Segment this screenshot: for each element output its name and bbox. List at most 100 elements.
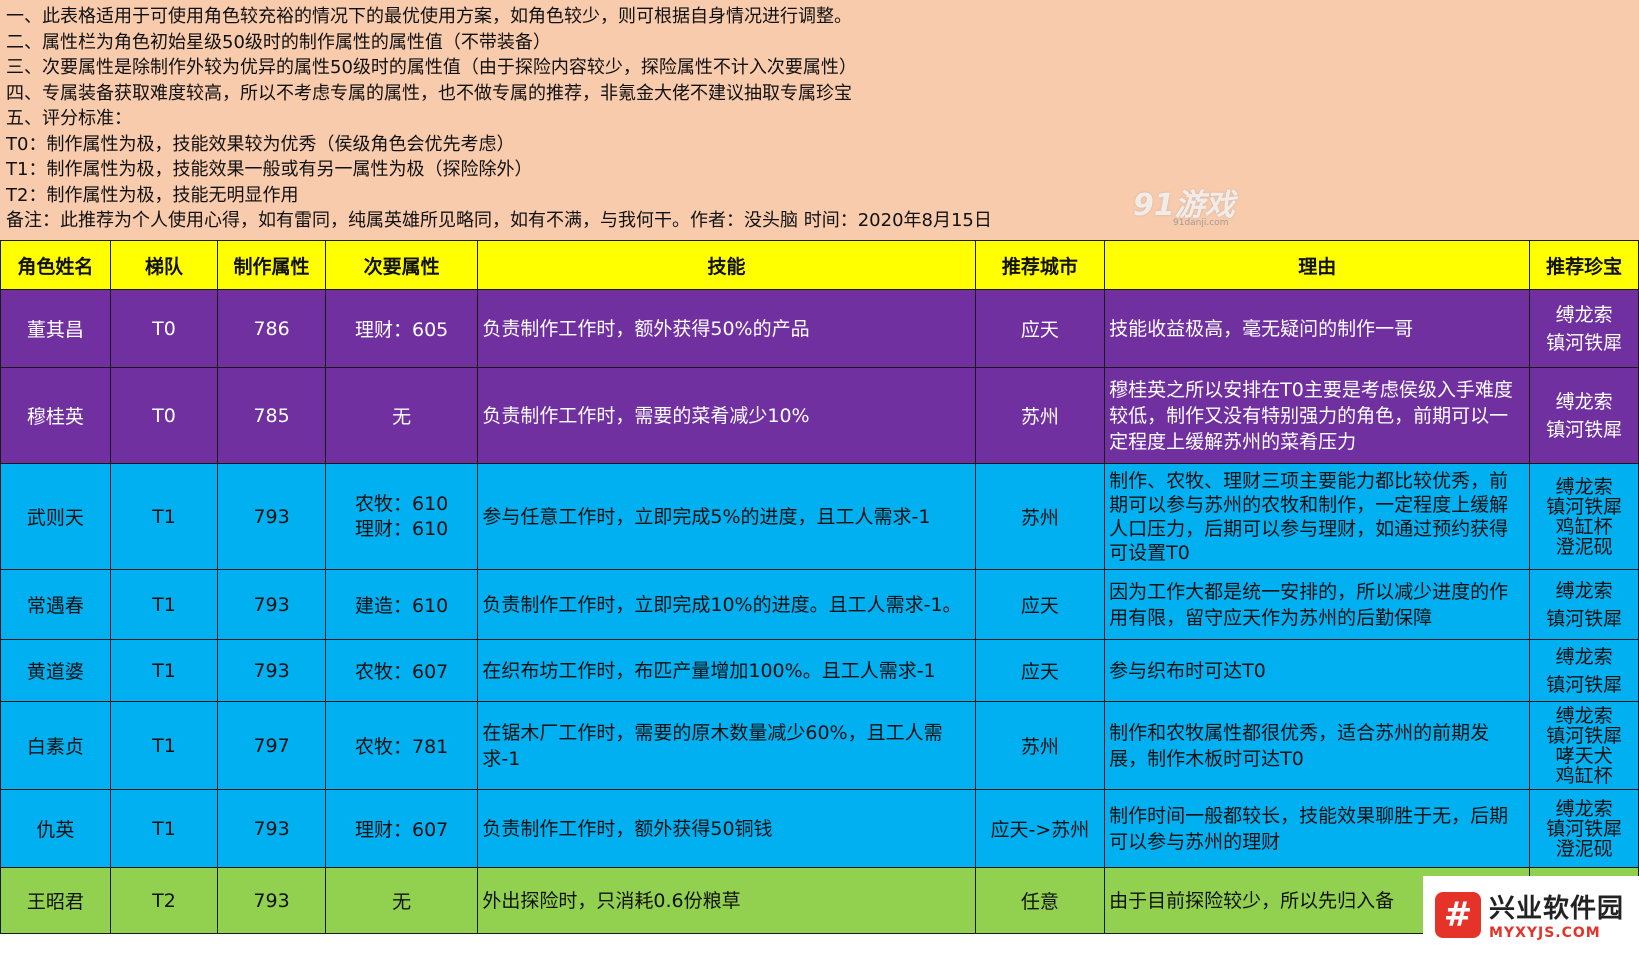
cell-city[interactable]: 应天 xyxy=(974,289,1106,368)
cell-name[interactable]: 穆桂英 xyxy=(0,367,111,464)
treasure-line: 缚龙索 xyxy=(1555,704,1613,727)
cell-craft[interactable]: 793 xyxy=(217,639,326,702)
cell-name[interactable]: 董其昌 xyxy=(0,289,111,368)
header-secondary[interactable]: 次要属性 xyxy=(324,240,479,290)
table-row: 董其昌 T0 786 理财：605 负责制作工作时，额外获得50%的产品 应天 … xyxy=(0,289,1639,368)
cell-reason[interactable]: 技能收益极高，毫无疑问的制作一哥 xyxy=(1104,289,1531,368)
note-line-8: T2：制作属性为极，技能无明显作用 xyxy=(6,184,299,206)
cell-tier[interactable]: T1 xyxy=(109,639,219,702)
cell-treasure[interactable]: 缚龙索 镇河铁犀 xyxy=(1529,289,1639,368)
cell-tier[interactable]: T0 xyxy=(109,367,219,464)
cell-name[interactable]: 仇英 xyxy=(0,789,111,868)
cell-city[interactable]: 应天 xyxy=(974,569,1106,640)
character-table: 角色姓名 梯队 制作属性 次要属性 技能 推荐城市 理由 推荐珍宝 董其昌 T0… xyxy=(0,240,1639,934)
cell-secondary[interactable]: 农牧：607 xyxy=(324,639,479,702)
cell-craft[interactable]: 797 xyxy=(217,701,326,790)
header-skill[interactable]: 技能 xyxy=(477,240,976,290)
cell-city[interactable]: 应天 xyxy=(974,639,1106,702)
header-name[interactable]: 角色姓名 xyxy=(0,240,111,290)
treasure-line: 缚龙索 xyxy=(1555,579,1613,602)
cell-craft[interactable]: 793 xyxy=(217,789,326,868)
cell-city[interactable]: 任意 xyxy=(974,867,1106,934)
cell-reason[interactable]: 穆桂英之所以安排在T0主要是考虑侯级入手难度较低，制作又没有特别强力的角色，前期… xyxy=(1104,367,1531,464)
header-reason[interactable]: 理由 xyxy=(1104,240,1531,290)
treasure-line: 镇河铁犀 xyxy=(1546,331,1623,354)
cell-secondary[interactable]: 农牧：781 xyxy=(324,701,479,790)
cell-skill[interactable]: 参与任意工作时，立即完成5%的进度，且工人需求-1 xyxy=(477,463,976,570)
cell-skill[interactable]: 在织布坊工作时，布匹产量增加100%。且工人需求-1 xyxy=(477,639,976,702)
cell-secondary[interactable]: 无 xyxy=(324,867,479,934)
cell-skill[interactable]: 在锯木厂工作时，需要的原木数量减少60%，且工人需求-1 xyxy=(477,701,976,790)
cell-tier[interactable]: T1 xyxy=(109,701,219,790)
cell-secondary[interactable]: 理财：605 xyxy=(324,289,479,368)
spreadsheet-page: 一、此表格适用于可使用角色较充裕的情况下的最优使用方案，如角色较少，则可根据自身… xyxy=(0,0,1639,953)
note-line-6: T0：制作属性为极，技能效果较为优秀（侯级角色会优先考虑） xyxy=(6,133,515,155)
treasure-line: 镇河铁犀 xyxy=(1546,724,1623,747)
cell-reason[interactable]: 制作、农牧、理财三项主要能力都比较优秀，前期可以参与苏州的农牧和制作，一定程度上… xyxy=(1104,463,1531,570)
logo-name: 兴业软件园 xyxy=(1489,894,1625,924)
cell-name[interactable]: 黄道婆 xyxy=(0,639,111,702)
cell-tier[interactable]: T1 xyxy=(109,789,219,868)
secondary-line: 无 xyxy=(392,891,412,913)
cell-treasure[interactable]: 缚龙索 镇河铁犀 鸡缸杯 澄泥砚 xyxy=(1529,463,1639,570)
secondary-line: 农牧：781 xyxy=(354,736,449,758)
cell-name[interactable]: 王昭君 xyxy=(0,867,111,934)
secondary-line: 理财：610 xyxy=(354,517,449,540)
secondary-line: 建造：610 xyxy=(354,595,449,617)
cell-name[interactable]: 武则天 xyxy=(0,463,111,570)
note-line-4: 四、专属装备获取难度较高，所以不考虑专属的属性，也不做专属的推荐，非氪金大佬不建… xyxy=(6,82,852,104)
cell-tier[interactable]: T0 xyxy=(109,289,219,368)
cell-craft[interactable]: 793 xyxy=(217,569,326,640)
table-row: 王昭君 T2 793 无 外出探险时，只消耗0.6份粮草 任意 由于目前探险较少… xyxy=(0,867,1639,934)
header-city[interactable]: 推荐城市 xyxy=(974,240,1106,290)
cell-skill[interactable]: 负责制作工作时，额外获得50%的产品 xyxy=(477,289,976,368)
treasure-line: 缚龙索 xyxy=(1555,797,1613,820)
header-treasure[interactable]: 推荐珍宝 xyxy=(1529,240,1639,290)
cell-craft[interactable]: 793 xyxy=(217,867,326,934)
cell-treasure[interactable]: 缚龙索 镇河铁犀 哮天犬 鸡缸杯 xyxy=(1529,701,1639,790)
table-row: 白素贞 T1 797 农牧：781 在锯木厂工作时，需要的原木数量减少60%，且… xyxy=(0,701,1639,790)
treasure-line: 鸡缸杯 xyxy=(1555,515,1613,538)
cell-skill[interactable]: 外出探险时，只消耗0.6份粮草 xyxy=(477,867,976,934)
cell-skill[interactable]: 负责制作工作时，额外获得50铜钱 xyxy=(477,789,976,868)
header-craft[interactable]: 制作属性 xyxy=(217,240,326,290)
cell-treasure[interactable]: 缚龙索 镇河铁犀 xyxy=(1529,367,1639,464)
cell-secondary[interactable]: 无 xyxy=(324,367,479,464)
cell-city[interactable]: 苏州 xyxy=(974,367,1106,464)
note-line-3: 三、次要属性是除制作外较为优异的属性50级时的属性值（由于探险内容较少，探险属性… xyxy=(6,57,857,78)
cell-name[interactable]: 常遇春 xyxy=(0,569,111,640)
cell-tier[interactable]: T1 xyxy=(109,463,219,570)
cell-reason[interactable]: 制作时间一般都较长，技能效果聊胜于无，后期可以参与苏州的理财 xyxy=(1104,789,1531,868)
cell-name[interactable]: 白素贞 xyxy=(0,701,111,790)
cell-secondary[interactable]: 农牧：610 理财：610 xyxy=(324,463,479,570)
secondary-line: 理财：605 xyxy=(354,319,449,341)
secondary-line: 无 xyxy=(392,406,412,428)
cell-city[interactable]: 苏州 xyxy=(974,701,1106,790)
watermark-91-logo: 91游戏 91danji.com xyxy=(1133,180,1235,228)
cell-craft[interactable]: 786 xyxy=(217,289,326,368)
cell-tier[interactable]: T1 xyxy=(109,569,219,640)
cell-city[interactable]: 应天->苏州 xyxy=(974,789,1106,868)
cell-treasure[interactable]: 缚龙索 镇河铁犀 澄泥砚 xyxy=(1529,789,1639,868)
cell-reason[interactable]: 参与织布时可达T0 xyxy=(1104,639,1531,702)
cell-treasure[interactable]: 缚龙索 镇河铁犀 xyxy=(1529,639,1639,702)
header-tier[interactable]: 梯队 xyxy=(109,240,219,290)
cell-craft[interactable]: 793 xyxy=(217,463,326,570)
hash-logo-icon: # xyxy=(1435,891,1481,938)
table-row: 武则天 T1 793 农牧：610 理财：610 参与任意工作时，立即完成5%的… xyxy=(0,463,1639,570)
cell-secondary[interactable]: 理财：607 xyxy=(324,789,479,868)
cell-city[interactable]: 苏州 xyxy=(974,463,1106,570)
site-logo[interactable]: # 兴业软件园 MYXYJS.COM xyxy=(1423,876,1639,953)
cell-craft[interactable]: 785 xyxy=(217,367,326,464)
cell-reason[interactable]: 因为工作大都是统一安排的，所以减少进度的作用有限，留守应天作为苏州的后勤保障 xyxy=(1104,569,1531,640)
note-line-2: 二、属性栏为角色初始星级50级时的制作属性的属性值（不带装备） xyxy=(6,31,551,53)
notes-panel: 一、此表格适用于可使用角色较充裕的情况下的最优使用方案，如角色较少，则可根据自身… xyxy=(0,0,1639,240)
cell-secondary[interactable]: 建造：610 xyxy=(324,569,479,640)
cell-tier[interactable]: T2 xyxy=(109,867,219,934)
cell-reason[interactable]: 制作和农牧属性都很优秀，适合苏州的前期发展，制作木板时可达T0 xyxy=(1104,701,1531,790)
treasure-line: 鸡缸杯 xyxy=(1555,764,1613,787)
table-row: 穆桂英 T0 785 无 负责制作工作时，需要的菜肴减少10% 苏州 穆桂英之所… xyxy=(0,367,1639,464)
cell-treasure[interactable]: 缚龙索 镇河铁犀 xyxy=(1529,569,1639,640)
cell-skill[interactable]: 负责制作工作时，需要的菜肴减少10% xyxy=(477,367,976,464)
cell-skill[interactable]: 负责制作工作时，立即完成10%的进度。且工人需求-1。 xyxy=(477,569,976,640)
